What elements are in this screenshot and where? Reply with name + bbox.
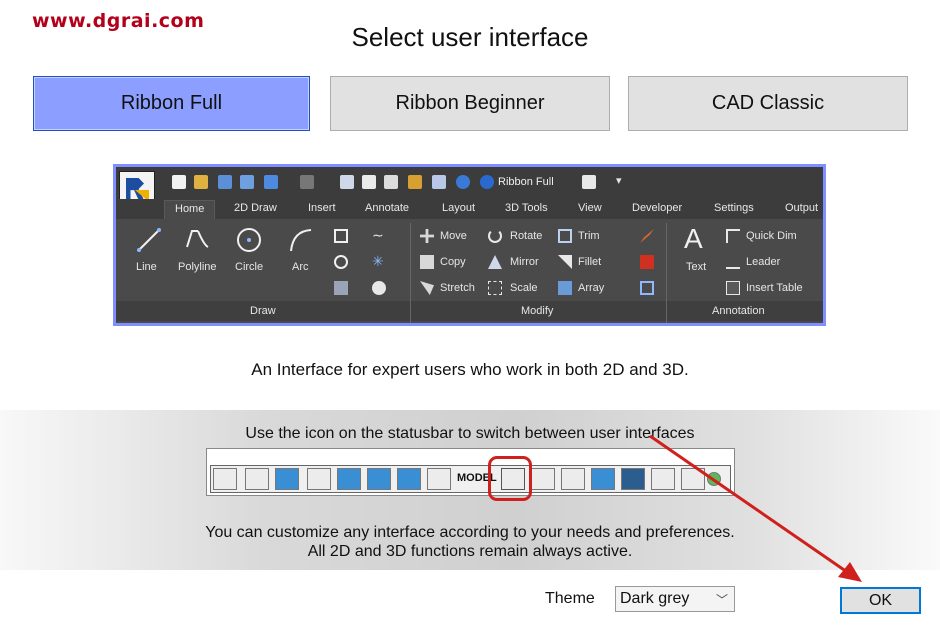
annotation-arrow bbox=[649, 434, 862, 582]
arrow-head bbox=[838, 562, 862, 582]
arrow-line bbox=[649, 434, 851, 576]
